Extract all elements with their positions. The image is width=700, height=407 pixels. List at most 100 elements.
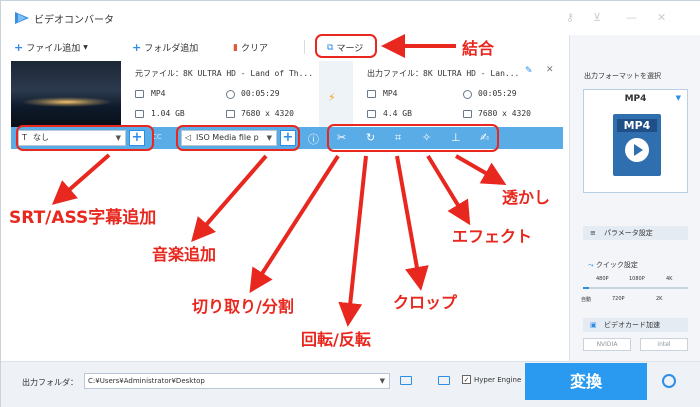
merge-highlight-box bbox=[315, 34, 377, 58]
bottom-bar: 出力フォルダ： C:¥Users¥Administrator¥Desktop ▼… bbox=[1, 361, 700, 407]
mp4-file-label: MP4 bbox=[617, 119, 657, 132]
arrow-subtitle bbox=[51, 153, 111, 205]
lightning-icon: ⚡ bbox=[328, 91, 336, 104]
annotation-cut: 切り取り/分割 bbox=[192, 297, 294, 316]
annotation-audio: 音楽追加 bbox=[152, 245, 217, 264]
toolbar-divider bbox=[304, 40, 305, 54]
dropdown-caret-icon: ▼ bbox=[675, 94, 681, 102]
app-logo-icon bbox=[15, 12, 29, 24]
open-folder-icon[interactable] bbox=[400, 376, 412, 385]
video-thumbnail[interactable] bbox=[11, 61, 121, 127]
annotation-rotate: 回転/反転 bbox=[301, 330, 371, 349]
remove-file-icon[interactable]: ✕ bbox=[546, 65, 554, 75]
source-duration: 00:05:29 bbox=[241, 89, 280, 98]
clock-icon bbox=[226, 90, 235, 99]
gpu-acceleration-text: ビデオカード加速 bbox=[604, 321, 660, 329]
trash-icon: ▮ bbox=[233, 42, 238, 53]
output-format-title: 出力フォーマットを選択 bbox=[584, 72, 661, 80]
format-icon bbox=[367, 90, 376, 98]
info-icon[interactable]: ⓘ bbox=[308, 131, 319, 147]
quick-label-1080p: 1080P bbox=[629, 276, 645, 282]
subtitle-highlight-box bbox=[16, 125, 154, 151]
output-format-card[interactable]: MP4 ▼ MP4 bbox=[583, 89, 688, 193]
output-file-label: 出力ファイル：8K ULTRA HD - Lan... bbox=[367, 69, 520, 78]
hyper-engine-option[interactable]: ✓ Hyper Engine bbox=[462, 375, 521, 384]
file-row: 元ファイル：8K ULTRA HD - Land of Th... MP4 00… bbox=[11, 61, 563, 127]
gpu-icon: ▣ bbox=[590, 321, 597, 329]
nvidia-badge[interactable]: NVIDIA bbox=[583, 338, 631, 351]
key-icon[interactable]: ⚷ bbox=[566, 11, 574, 24]
sliders-icon: ≡ bbox=[590, 229, 596, 237]
quick-label-4k: 4K bbox=[666, 276, 673, 282]
format-icon bbox=[135, 90, 144, 98]
alarm-clock-icon[interactable] bbox=[662, 374, 676, 388]
quick-label-auto: 自動 bbox=[581, 297, 592, 303]
output-format-panel: 出力フォーマットを選択 MP4 ▼ MP4 ≡ パラメータ設定 ⤳ クイック設定… bbox=[569, 35, 700, 361]
output-folder-path: C:¥Users¥Administrator¥Desktop bbox=[88, 377, 205, 385]
arrow-cut bbox=[249, 154, 340, 294]
resolution-icon bbox=[463, 110, 472, 118]
resolution-icon bbox=[226, 110, 235, 118]
quick-settings-icon: ⤳ bbox=[588, 261, 596, 269]
audio-highlight-box bbox=[176, 125, 300, 151]
minimize-icon[interactable]: — bbox=[626, 11, 637, 24]
convert-arrow-divider bbox=[319, 61, 353, 127]
quick-label-480p: 480P bbox=[596, 276, 609, 282]
arrow-audio bbox=[191, 154, 268, 243]
output-format-name: MP4 bbox=[624, 94, 647, 104]
gpu-acceleration-label: ▣ ビデオカード加速 bbox=[583, 318, 688, 332]
convert-button[interactable]: 変換 bbox=[525, 363, 647, 400]
annotation-subtitle: SRT/ASS字幕追加 bbox=[9, 208, 157, 228]
output-folder-label: 出力フォルダ： bbox=[22, 378, 78, 387]
arrow-effect bbox=[426, 154, 471, 226]
close-icon[interactable]: ✕ bbox=[657, 11, 666, 24]
parameter-settings-label: パラメータ設定 bbox=[604, 229, 653, 237]
source-resolution: 7680 x 4320 bbox=[241, 109, 294, 118]
mp4-file-icon: MP4 bbox=[613, 114, 661, 176]
hyper-engine-label: Hyper Engine bbox=[474, 375, 522, 384]
source-file-label: 元ファイル：8K ULTRA HD - Land of Th... bbox=[135, 69, 314, 78]
cart-icon[interactable]: ⊻ bbox=[593, 11, 601, 24]
add-folder-label: フォルダ追加 bbox=[144, 44, 199, 54]
arrow-crop bbox=[395, 155, 429, 291]
arrow-rotate bbox=[338, 155, 368, 327]
clear-label: クリア bbox=[240, 44, 268, 54]
add-file-button[interactable]: + ファイル追加 ▼ bbox=[14, 41, 88, 54]
parameter-settings-button[interactable]: ≡ パラメータ設定 bbox=[583, 226, 688, 240]
hyper-engine-checkbox[interactable]: ✓ bbox=[462, 375, 471, 384]
app-title: ビデオコンバータ bbox=[34, 15, 114, 26]
output-size: 4.4 GB bbox=[383, 109, 412, 118]
source-format: MP4 bbox=[151, 89, 166, 98]
size-icon bbox=[135, 110, 144, 118]
annotation-effect: エフェクト bbox=[452, 227, 533, 246]
add-file-label: ファイル追加 bbox=[26, 44, 81, 54]
output-folder-input[interactable]: C:¥Users¥Administrator¥Desktop ▼ bbox=[84, 373, 390, 389]
title-bar: ビデオコンバータ ⚷ ⊻ — ✕ bbox=[1, 1, 700, 35]
clock-icon bbox=[463, 90, 472, 99]
app-window: ビデオコンバータ ⚷ ⊻ — ✕ + ファイル追加 ▼ + フォルダ追加 ▮ ク… bbox=[0, 0, 700, 407]
size-icon bbox=[367, 110, 376, 118]
quick-label-2k: 2K bbox=[656, 296, 663, 302]
edit-tools-highlight-box bbox=[327, 124, 499, 152]
dropdown-caret-icon: ▼ bbox=[379, 377, 385, 385]
play-icon bbox=[625, 138, 649, 162]
add-folder-button[interactable]: + フォルダ追加 bbox=[132, 41, 198, 54]
annotation-crop: クロップ bbox=[393, 293, 458, 312]
annotation-merge: 結合 bbox=[462, 39, 495, 58]
preview-folder-icon[interactable] bbox=[438, 376, 450, 385]
quick-label-720p: 720P bbox=[612, 296, 625, 302]
dropdown-caret-icon: ▼ bbox=[83, 44, 88, 51]
plus-icon: + bbox=[14, 41, 24, 54]
intel-badge[interactable]: intel bbox=[640, 338, 688, 351]
source-size: 1.04 GB bbox=[151, 109, 185, 118]
plus-icon: + bbox=[132, 41, 142, 54]
edit-pencil-icon[interactable]: ✎ bbox=[525, 66, 533, 76]
clear-button[interactable]: ▮ クリア bbox=[233, 41, 268, 55]
output-resolution: 7680 x 4320 bbox=[478, 109, 531, 118]
output-duration: 00:05:29 bbox=[478, 89, 517, 98]
annotation-watermark: 透かし bbox=[502, 188, 551, 207]
arrow-watermark bbox=[455, 154, 507, 185]
quick-settings-label: ⤳ クイック設定 bbox=[588, 261, 638, 269]
output-format: MP4 bbox=[383, 89, 398, 98]
quality-slider[interactable] bbox=[583, 287, 688, 289]
